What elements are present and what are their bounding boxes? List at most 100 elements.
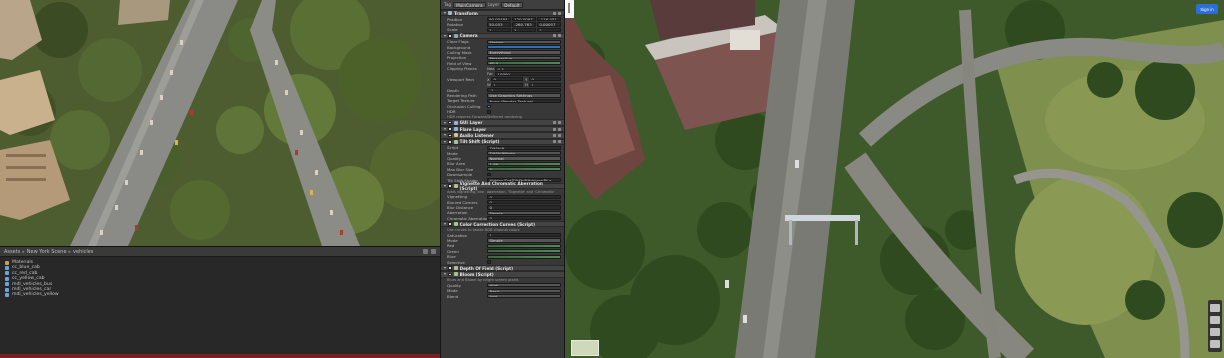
enable-checkbox[interactable] xyxy=(448,272,452,277)
help-icon[interactable] xyxy=(553,140,556,144)
position-z-field[interactable]: -116.451 xyxy=(537,16,562,22)
aberration-dropdown[interactable]: Simple xyxy=(487,210,561,216)
curves-mode-dropdown[interactable]: Simple xyxy=(487,238,561,243)
help-icon[interactable] xyxy=(553,121,556,125)
sign-in-button[interactable]: Sign in xyxy=(1196,4,1218,14)
blurred-corners-field[interactable]: 0 xyxy=(487,200,561,205)
saturation-field[interactable]: 1 xyxy=(487,233,561,238)
list-item[interactable]: mdl_vehicles_yellow xyxy=(5,292,435,297)
expand-arrow-icon[interactable] xyxy=(444,12,446,15)
projection-dropdown[interactable]: Perspective xyxy=(487,55,561,60)
map-view[interactable]: Sign in xyxy=(565,0,1224,358)
layer-dropdown[interactable]: Default xyxy=(501,1,523,8)
expand-arrow-icon[interactable] xyxy=(444,273,446,276)
help-icon[interactable] xyxy=(553,34,556,38)
prop-name: Red xyxy=(447,243,455,249)
expand-arrow-icon[interactable] xyxy=(444,34,446,37)
scale-z-field[interactable]: 1 xyxy=(537,27,562,32)
red-curve-field[interactable] xyxy=(487,243,561,249)
mode-dropdown[interactable]: TiltShiftMode xyxy=(487,150,561,156)
expand-arrow-icon[interactable] xyxy=(444,134,446,137)
enable-checkbox[interactable] xyxy=(448,222,452,227)
rotation-y-field[interactable]: -260.763 xyxy=(512,22,536,27)
breadcrumb-vehicles[interactable]: vehicles xyxy=(73,249,93,255)
expand-arrow-icon[interactable] xyxy=(444,184,446,187)
position-x-field[interactable]: 90.05484 xyxy=(487,16,511,22)
help-icon[interactable] xyxy=(553,127,556,131)
enable-checkbox[interactable] xyxy=(448,33,452,38)
gear-icon[interactable] xyxy=(558,133,561,137)
gear-icon[interactable] xyxy=(558,121,561,125)
chromatic-aberration-field[interactable]: 0 xyxy=(487,216,561,221)
vignette-header[interactable]: Vignette And Chromatic Aberration (Scrip… xyxy=(441,181,564,191)
compass-icon[interactable] xyxy=(1210,328,1220,336)
clear-flags-dropdown[interactable]: Skybox xyxy=(487,39,561,44)
position-y-field[interactable]: 120.0097 xyxy=(512,16,536,22)
zoom-out-icon[interactable] xyxy=(1210,316,1220,324)
prop-name: Quality xyxy=(447,155,461,161)
target-texture-field[interactable]: None (Render Texture) xyxy=(487,98,561,104)
enable-checkbox[interactable] xyxy=(448,120,452,125)
help-icon[interactable] xyxy=(553,11,556,15)
expand-arrow-icon[interactable] xyxy=(444,266,446,269)
breadcrumb-assets[interactable]: Assets xyxy=(4,249,20,255)
culling-mask-dropdown[interactable]: Everything xyxy=(487,50,561,55)
viewport-w-field[interactable]: 1 xyxy=(491,82,523,87)
script-field[interactable]: TiltShift xyxy=(487,145,561,150)
background-color-field[interactable] xyxy=(487,44,561,50)
expand-arrow-icon[interactable] xyxy=(444,128,446,130)
enable-checkbox[interactable] xyxy=(448,184,452,188)
max-blur-slider[interactable]: 5 xyxy=(487,167,561,172)
near-field[interactable]: 0.3 xyxy=(495,66,561,71)
scene-view[interactable] xyxy=(0,0,440,246)
menu-icon[interactable] xyxy=(431,249,436,254)
scale-x-field[interactable]: 1 xyxy=(487,27,511,32)
enable-checkbox[interactable] xyxy=(448,127,452,131)
rendering-path-dropdown[interactable]: Use Graphics Settings xyxy=(487,93,561,98)
gear-icon[interactable] xyxy=(558,140,561,144)
rotation-z-field[interactable]: 0.00057 xyxy=(537,22,562,27)
map-pin-icon[interactable] xyxy=(567,3,571,13)
rotation-x-field[interactable]: 50.053 xyxy=(487,22,511,27)
expand-arrow-icon[interactable] xyxy=(444,140,446,143)
hdr-checkbox[interactable] xyxy=(487,109,491,114)
pegman-icon[interactable] xyxy=(1210,340,1220,348)
enable-checkbox[interactable] xyxy=(448,266,452,270)
fov-slider[interactable]: 60.0 xyxy=(487,61,561,66)
aberration-row: Aberration Simple xyxy=(441,210,564,215)
viewport-x-field[interactable]: 0 xyxy=(491,77,523,82)
vignetting-field[interactable]: 0 xyxy=(487,194,561,199)
enable-checkbox[interactable] xyxy=(448,139,452,144)
expand-arrow-icon[interactable] xyxy=(444,121,446,124)
help-icon[interactable] xyxy=(553,133,556,137)
bloom-blend-dropdown[interactable]: Add xyxy=(487,293,561,299)
blur-area-slider[interactable]: 1.86 xyxy=(487,161,561,166)
selective-checkbox[interactable] xyxy=(487,260,491,264)
blur-distance-field[interactable]: 0 xyxy=(487,205,561,210)
depth-field[interactable]: -1 xyxy=(487,88,561,93)
bloom-quality-dropdown[interactable]: High xyxy=(487,283,561,288)
breadcrumb-scene[interactable]: New York Scene xyxy=(27,249,67,255)
map-layer-thumbnail[interactable] xyxy=(571,340,599,356)
prop-name: Rotation xyxy=(447,21,464,27)
expand-arrow-icon[interactable] xyxy=(444,223,446,226)
gear-icon[interactable] xyxy=(558,11,561,15)
viewport-h-field[interactable]: 1 xyxy=(529,82,561,87)
quality-dropdown[interactable]: Normal xyxy=(487,156,561,161)
scale-y-field[interactable]: 1 xyxy=(512,27,536,32)
lock-icon[interactable] xyxy=(423,249,428,254)
downsample-checkbox[interactable] xyxy=(487,172,491,177)
gear-icon[interactable] xyxy=(558,34,561,38)
viewport-y-field[interactable]: 0 xyxy=(529,77,561,82)
bloom-mode-dropdown[interactable]: Basic xyxy=(487,288,561,293)
tag-dropdown[interactable]: MainCamera xyxy=(453,1,486,8)
clear-flags-row: Clear Flags Skybox xyxy=(441,39,564,44)
enable-checkbox[interactable] xyxy=(448,133,452,138)
green-curve-field[interactable] xyxy=(487,249,561,254)
gear-icon[interactable] xyxy=(558,127,561,131)
breadcrumb-separator: ▸ xyxy=(22,248,25,255)
blue-curve-field[interactable] xyxy=(487,254,561,259)
zoom-in-icon[interactable] xyxy=(1210,304,1220,312)
far-field[interactable]: 10000 xyxy=(495,71,561,77)
occlusion-culling-checkbox[interactable] xyxy=(487,104,491,109)
